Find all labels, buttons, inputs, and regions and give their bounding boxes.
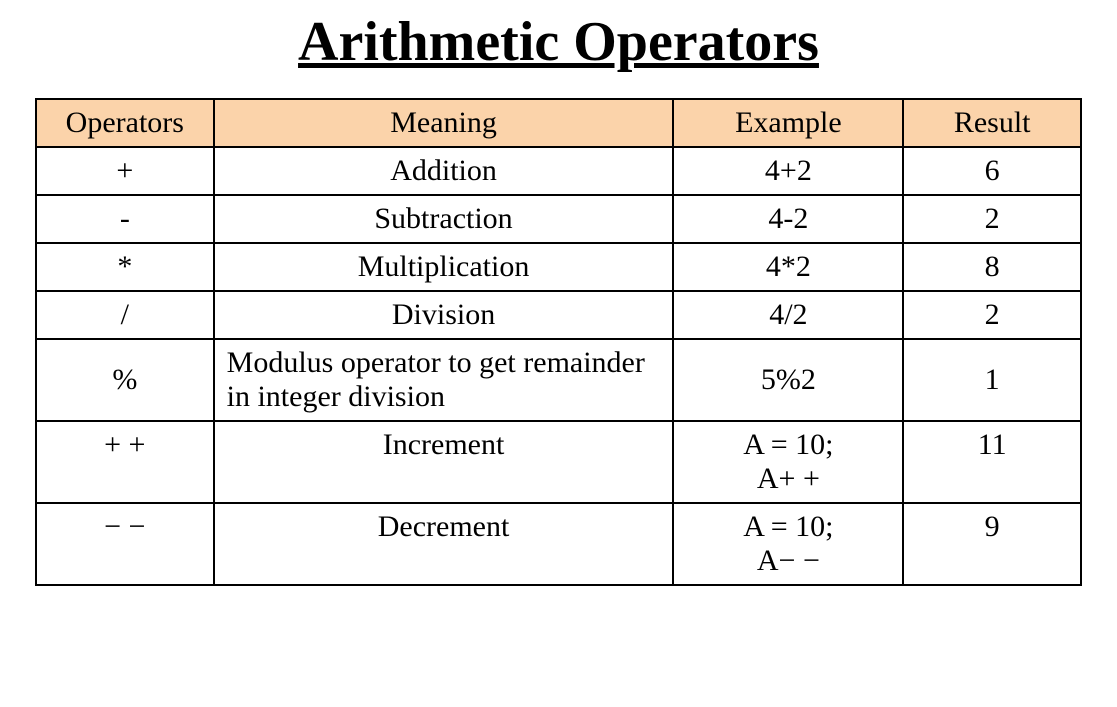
example-line: A = 10; — [684, 428, 892, 462]
operator-cell: + + — [36, 421, 214, 503]
table-header-row: Operators Meaning Example Result — [36, 99, 1081, 147]
operator-cell: + — [36, 147, 214, 195]
result-cell: 1 — [903, 339, 1081, 421]
header-meaning: Meaning — [214, 99, 674, 147]
operator-cell: * — [36, 243, 214, 291]
example-cell: A = 10;A+ + — [673, 421, 903, 503]
example-line: A− − — [684, 544, 892, 578]
meaning-cell: Addition — [214, 147, 674, 195]
example-cell: 4*2 — [673, 243, 903, 291]
result-cell: 2 — [903, 291, 1081, 339]
example-cell: A = 10;A− − — [673, 503, 903, 585]
example-cell: 4+2 — [673, 147, 903, 195]
table-row: -Subtraction4-22 — [36, 195, 1081, 243]
header-operators: Operators — [36, 99, 214, 147]
operator-cell: − − — [36, 503, 214, 585]
page-title: Arithmetic Operators — [35, 10, 1082, 74]
meaning-cell: Subtraction — [214, 195, 674, 243]
meaning-cell: Increment — [214, 421, 674, 503]
table-row: +Addition4+26 — [36, 147, 1081, 195]
example-cell: 5%2 — [673, 339, 903, 421]
meaning-cell: Multiplication — [214, 243, 674, 291]
table-row: + +IncrementA = 10;A+ +11 — [36, 421, 1081, 503]
header-result: Result — [903, 99, 1081, 147]
example-line: A = 10; — [684, 510, 892, 544]
table-row: /Division4/22 — [36, 291, 1081, 339]
table-row: − −DecrementA = 10;A− −9 — [36, 503, 1081, 585]
table-row: %Modulus operator to get remainder in in… — [36, 339, 1081, 421]
result-cell: 9 — [903, 503, 1081, 585]
header-example: Example — [673, 99, 903, 147]
example-cell: 4-2 — [673, 195, 903, 243]
result-cell: 2 — [903, 195, 1081, 243]
result-cell: 11 — [903, 421, 1081, 503]
operator-cell: - — [36, 195, 214, 243]
meaning-cell: Modulus operator to get remainder in int… — [214, 339, 674, 421]
example-cell: 4/2 — [673, 291, 903, 339]
table-row: *Multiplication4*28 — [36, 243, 1081, 291]
operator-cell: / — [36, 291, 214, 339]
result-cell: 6 — [903, 147, 1081, 195]
result-cell: 8 — [903, 243, 1081, 291]
example-line: A+ + — [684, 462, 892, 496]
operators-table: Operators Meaning Example Result +Additi… — [35, 98, 1082, 586]
operator-cell: % — [36, 339, 214, 421]
meaning-cell: Decrement — [214, 503, 674, 585]
meaning-cell: Division — [214, 291, 674, 339]
